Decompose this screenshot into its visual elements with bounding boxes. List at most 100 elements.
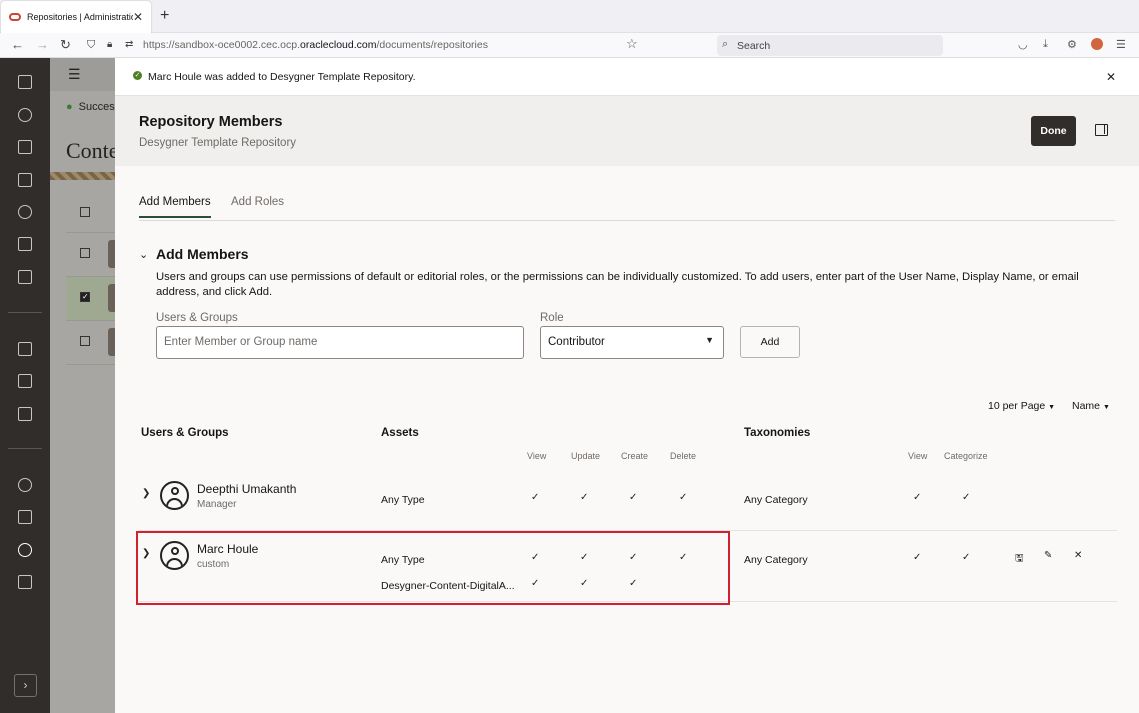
forward-icon[interactable]: → <box>36 37 49 53</box>
add-button[interactable]: Add <box>740 326 800 358</box>
oracle-favicon-icon <box>9 13 21 21</box>
browser-nav-bar: ← → ↻ ⛉ 🔒︎ ⇄ https://sandbox-oce0002.cec… <box>0 33 1139 58</box>
check-icon: ✓ <box>913 492 922 503</box>
users-groups-label: Users & Groups <box>156 312 238 324</box>
role-label: Role <box>540 312 564 324</box>
highlight-box <box>136 531 730 605</box>
menu-icon[interactable]: ☰ <box>1116 38 1126 51</box>
system-icon[interactable] <box>18 575 32 589</box>
success-banner: ✓ Marc Houle was added to Desygner Templ… <box>115 58 1139 96</box>
sort-select[interactable]: Name ▼ <box>1072 400 1110 412</box>
taxonomy-category: Any Category <box>744 554 808 566</box>
hamburger-icon[interactable]: ☰ <box>68 66 81 83</box>
col-asset-create: Create <box>621 451 649 461</box>
tab-add-members[interactable]: Add Members <box>139 196 211 218</box>
col-tax-categorize: Categorize <box>944 451 988 461</box>
close-banner-icon[interactable]: ✕ <box>1106 70 1116 84</box>
role-select[interactable]: Contributor ▼ <box>540 326 724 359</box>
bg-select-all-checkbox[interactable] <box>80 207 90 217</box>
tab-title: Repositories | Administration <box>27 12 133 22</box>
video-icon[interactable] <box>18 407 32 421</box>
bg-header: ☰ <box>50 58 115 91</box>
url-bar[interactable]: https://sandbox-oce0002.cec.ocp.oraclecl… <box>143 39 488 51</box>
close-tab-icon[interactable]: ✕ <box>133 10 143 24</box>
check-icon: ✓ <box>962 552 971 563</box>
edit-pencil-icon[interactable]: ✎ <box>1044 550 1052 561</box>
col-taxonomies: Taxonomies <box>744 427 811 439</box>
drawer-header: Repository Members Desygner Template Rep… <box>115 96 1139 166</box>
member-search-input[interactable]: Enter Member or Group name <box>156 326 524 359</box>
check-icon: ✓ <box>913 552 922 563</box>
browser-tab-bar: Repositories | Administration ✕ + <box>0 0 1139 33</box>
bg-row-thumbnail <box>108 240 115 268</box>
new-tab-icon[interactable]: + <box>160 8 169 24</box>
bg-table-row <box>66 321 115 365</box>
save-icon[interactable]: 🖫︎ <box>1015 551 1024 568</box>
integrations-icon[interactable] <box>18 510 32 524</box>
documents-icon[interactable] <box>18 342 32 356</box>
extensions-icon[interactable]: ⚙ <box>1067 38 1077 51</box>
bg-page-title: Conte <box>66 138 115 163</box>
side-panel-icon[interactable] <box>1095 124 1108 136</box>
back-icon[interactable]: ← <box>11 37 24 53</box>
permissions-icon[interactable]: ⇄ <box>125 37 133 53</box>
chevron-down-icon[interactable]: ⌄ <box>139 248 148 261</box>
user-name: Deepthi Umakanth <box>197 482 297 496</box>
expand-row-icon[interactable]: ❯ <box>142 488 150 499</box>
bg-banner-strip <box>50 172 115 180</box>
tab-add-roles[interactable]: Add Roles <box>231 196 284 216</box>
bg-row-checkbox[interactable] <box>80 248 90 258</box>
background-page: ☰ ●Success Conte <box>50 58 115 713</box>
assets-icon[interactable] <box>18 108 32 122</box>
ideas-icon[interactable] <box>18 205 32 219</box>
section-title: Add Members <box>156 246 249 262</box>
success-check-icon: ✓ <box>133 71 142 80</box>
shield-icon[interactable]: ⛉ <box>87 37 95 53</box>
expand-sidebar-button[interactable]: › <box>14 674 37 697</box>
banner-message: Marc Houle was added to Desygner Templat… <box>148 71 416 83</box>
analytics-icon[interactable] <box>18 270 32 284</box>
conversations-icon[interactable] <box>18 374 32 388</box>
tabs: Add Members Add Roles <box>139 196 1115 221</box>
bookmark-star-icon[interactable]: ☆ <box>626 36 638 52</box>
download-icon[interactable]: ⤓ <box>1043 38 1048 51</box>
profile-avatar-icon[interactable] <box>1091 38 1103 50</box>
col-asset-delete: Delete <box>670 451 697 461</box>
sidebar-divider <box>8 448 42 449</box>
reload-icon[interactable]: ↻ <box>60 37 71 53</box>
lock-icon[interactable]: 🔒︎ <box>107 37 112 53</box>
bg-row-checkbox[interactable] <box>80 292 90 302</box>
settings-icon[interactable] <box>18 478 32 492</box>
col-asset-update: Update <box>571 451 601 461</box>
home-icon[interactable] <box>18 75 32 89</box>
components-icon[interactable] <box>18 173 32 187</box>
check-icon: ✓ <box>580 492 589 503</box>
content-admin-icon[interactable] <box>18 543 32 557</box>
browser-tab[interactable]: Repositories | Administration ✕ <box>1 1 151 33</box>
sidebar-divider <box>8 312 42 313</box>
drawer-title: Repository Members <box>139 114 283 130</box>
sites-icon[interactable] <box>18 140 32 154</box>
bg-table-row <box>66 233 115 277</box>
role-value: Contributor <box>548 336 605 348</box>
bg-row-thumbnail <box>108 328 115 356</box>
col-assets: Assets <box>381 427 419 439</box>
pocket-icon[interactable]: ◡ <box>1018 38 1028 51</box>
bg-success-message: ●Success <box>66 101 115 113</box>
developer-icon[interactable] <box>18 237 32 251</box>
section-description: Users and groups can use permissions of … <box>156 271 1079 298</box>
search-icon: ⌕ <box>722 38 729 50</box>
drawer-subtitle: Desygner Template Repository <box>139 137 297 149</box>
taxonomy-category: Any Category <box>744 494 808 506</box>
bg-row-checkbox[interactable] <box>80 336 90 346</box>
remove-icon[interactable]: ✕ <box>1074 550 1082 561</box>
done-button[interactable]: Done <box>1031 116 1076 146</box>
bg-row-thumbnail <box>108 284 115 312</box>
per-page-select[interactable]: 10 per Page ▼ <box>988 400 1055 412</box>
browser-search-input[interactable]: ⌕ Search <box>717 35 943 56</box>
user-role: Manager <box>197 499 237 510</box>
col-asset-view: View <box>527 451 547 461</box>
check-icon: ✓ <box>962 492 971 503</box>
app-sidebar: › <box>0 58 50 713</box>
user-avatar-icon <box>160 481 189 510</box>
